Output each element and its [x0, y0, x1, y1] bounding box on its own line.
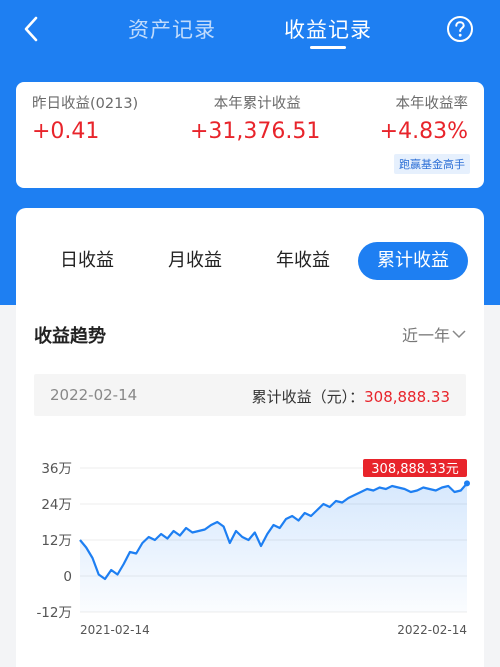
tab-income-record[interactable]: 收益记录: [284, 14, 372, 44]
yesterday-income-label: 昨日收益(0213): [32, 96, 139, 112]
ytd-rate-label: 本年收益率: [395, 96, 469, 112]
selected-date: 2022-02-14: [50, 386, 138, 404]
chevron-down-icon: [452, 330, 466, 339]
x-tick-label: 2022-02-14: [397, 623, 467, 637]
yesterday-income-value: +0.41: [32, 119, 100, 144]
x-tick-label: 2021-02-14: [80, 623, 150, 637]
outperform-badge[interactable]: 跑赢基金高手: [394, 154, 470, 174]
income-trend-chart[interactable]: 36万 24万 12万 0 -12万 2021-02-14 2022-02-14 308,88…: [0, 440, 500, 667]
y-tick-label: 24万: [41, 497, 72, 513]
active-tab-indicator: [310, 46, 346, 49]
segment-monthly[interactable]: 月收益: [154, 242, 236, 280]
cumulative-income-label: 累计收益（元）：: [251, 388, 365, 406]
trend-title: 收益趋势: [34, 326, 106, 347]
tab-asset-record[interactable]: 资产记录: [128, 14, 216, 44]
y-tick-label: 12万: [41, 533, 72, 549]
ytd-total-label: 本年累计收益: [213, 96, 301, 112]
series-area: [80, 483, 467, 612]
range-dropdown[interactable]: 近一年: [402, 322, 466, 346]
segment-yearly[interactable]: 年收益: [262, 242, 344, 280]
yesterday-income: 昨日收益(0213) +0.41: [32, 92, 138, 144]
y-tick-label: 36万: [41, 461, 72, 477]
selected-value-group: 累计收益（元）：308,888.33: [252, 386, 450, 407]
top-nav: 资产记录 收益记录: [0, 0, 500, 58]
highlight-point: [464, 480, 470, 487]
income-summary-card: 昨日收益(0213) +0.41 本年累计收益 +31,376.51 本年收益率…: [16, 82, 484, 188]
selected-point-info: 2022-02-14 累计收益（元）：308,888.33: [34, 374, 466, 416]
ytd-rate-value: +4.83%: [379, 119, 468, 144]
highlight-label: 308,888.33元: [371, 462, 458, 477]
segment-daily[interactable]: 日收益: [46, 242, 128, 280]
y-tick-label: -12万: [36, 605, 72, 621]
ytd-return-rate: 本年收益率 +4.83%: [380, 92, 468, 144]
ytd-total-income: 本年累计收益 +31,376.51: [190, 92, 320, 144]
question-circle-icon[interactable]: [446, 15, 474, 43]
cumulative-income-value: 308,888.33: [364, 388, 450, 406]
range-label: 近一年: [401, 326, 450, 345]
chevron-left-icon[interactable]: [14, 13, 48, 45]
ytd-total-value: +31,376.51: [190, 119, 321, 144]
y-tick-label: 0: [63, 569, 72, 585]
segment-cumulative[interactable]: 累计收益: [358, 242, 468, 280]
